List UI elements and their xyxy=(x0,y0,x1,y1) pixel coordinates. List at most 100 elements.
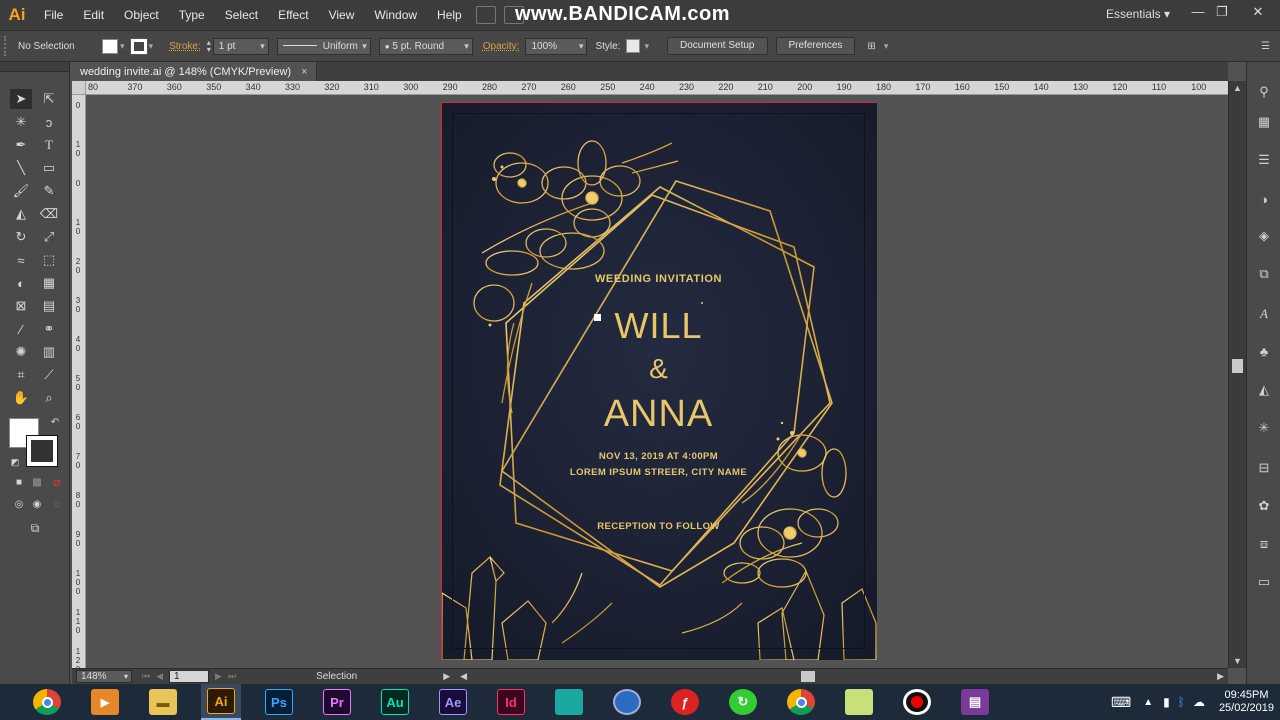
vertical-scrollbar[interactable]: ▲ ▼ xyxy=(1228,81,1246,668)
taskbar-illustrator[interactable]: Ai xyxy=(201,684,241,720)
column-graph-icon[interactable]: ▥ xyxy=(38,342,60,362)
character-icon[interactable]: A xyxy=(1253,304,1275,324)
canvas-area[interactable]: WEEDING INVITATION WILL & ANNA NOV 13, 2… xyxy=(86,95,1228,668)
menu-view[interactable]: View xyxy=(319,0,365,30)
properties-icon[interactable]: ⚲ xyxy=(1253,82,1275,102)
appearance-icon[interactable]: ◑ xyxy=(1253,190,1275,210)
restore-button[interactable]: ❐ xyxy=(1210,2,1234,22)
scroll-down-icon[interactable]: ▼ xyxy=(1229,656,1246,666)
eyedropper-tool-icon[interactable]: ⁄ xyxy=(10,319,32,339)
align-dropdown-icon[interactable]: ▾ xyxy=(884,41,889,52)
swap-fill-stroke-icon[interactable]: ↶ xyxy=(44,412,66,432)
brushes-icon[interactable]: ◭ xyxy=(1253,380,1275,400)
gradient-tool-icon[interactable]: ▤ xyxy=(38,296,60,316)
artboard-tool-icon[interactable]: ⌗ xyxy=(10,365,32,385)
status-menu-icon[interactable]: ▶ xyxy=(443,671,450,682)
gradient-mode-icon[interactable]: ▩ xyxy=(26,472,48,492)
zoom-dropdown-icon[interactable]: ▾ xyxy=(124,671,128,682)
paintbrush-tool-icon[interactable]: 🖌 xyxy=(10,181,32,201)
rotate-tool-icon[interactable]: ↻ xyxy=(10,227,32,247)
style-dropdown-icon[interactable]: ▾ xyxy=(644,41,649,52)
menu-object[interactable]: Object xyxy=(114,0,169,30)
eraser-tool-icon[interactable]: ⌫ xyxy=(38,204,60,224)
artboard-number-field[interactable]: 1 xyxy=(169,670,210,683)
lasso-tool-icon[interactable]: ↄ xyxy=(38,112,60,132)
taskbar-sticky-notes[interactable] xyxy=(839,684,879,720)
default-colors-icon[interactable]: ◩ xyxy=(4,452,26,472)
taskbar-premiere[interactable]: Pr xyxy=(317,684,357,720)
stroke-swatch[interactable] xyxy=(129,37,148,55)
taskbar-app-blue[interactable] xyxy=(607,684,647,720)
vertical-ruler[interactable]: 0 1 0 0 1 0 2 0 3 0 4 0 5 0 6 0 7 0 8 0 9 0 1 0 0 1 1… xyxy=(72,95,86,668)
close-window-button[interactable]: ✕ xyxy=(1246,2,1270,22)
line-tool-icon[interactable]: ╲ xyxy=(10,158,32,178)
invitation-name-1[interactable]: WILL xyxy=(442,305,875,347)
color-panel-icon[interactable]: ✿ xyxy=(1253,496,1275,516)
gradient-panel-icon[interactable]: ✳ xyxy=(1253,418,1275,438)
zoom-tool-icon[interactable]: ⌕ xyxy=(38,388,60,408)
hand-tool-icon[interactable]: ✋ xyxy=(10,388,32,408)
mesh-tool-icon[interactable]: ⊠ xyxy=(10,296,32,316)
hscroll-left-icon[interactable]: ◀ xyxy=(460,671,467,682)
invitation-date[interactable]: NOV 13, 2019 AT 4:00PM xyxy=(442,451,875,462)
selection-tool-icon[interactable]: ➤ xyxy=(10,89,32,109)
pathfinder-icon[interactable]: ⧈ xyxy=(1253,534,1275,554)
ruler-origin[interactable] xyxy=(72,81,86,95)
taskbar-photoshop[interactable]: Ps xyxy=(259,684,299,720)
screen-mode-icon[interactable]: ⧉ xyxy=(24,518,46,538)
menu-edit[interactable]: Edit xyxy=(73,0,114,30)
minimize-button[interactable]: — xyxy=(1186,2,1210,22)
none-mode-icon[interactable]: ⧄ xyxy=(46,472,68,492)
brush-select[interactable]: ● 5 pt. Round xyxy=(378,37,473,55)
document-setup-button[interactable]: Document Setup xyxy=(667,37,768,55)
taskbar-chrome-2[interactable] xyxy=(781,684,821,720)
clock[interactable]: 09:45PM 25/02/2019 xyxy=(1219,689,1274,715)
align-icon[interactable]: ⊞ xyxy=(867,41,875,52)
previous-artboard-icon[interactable]: ◀ xyxy=(156,671,163,682)
magic-wand-icon[interactable]: ✳ xyxy=(10,112,32,132)
menu-select[interactable]: Select xyxy=(215,0,268,30)
warp-tool-icon[interactable]: ≈ xyxy=(10,250,32,270)
free-transform-icon[interactable]: ⬚ xyxy=(38,250,60,270)
invitation-address[interactable]: LOREM IPSUM STREER, CITY NAME xyxy=(442,467,875,478)
zoom-field[interactable]: 148% ▾ xyxy=(76,670,132,683)
menu-type[interactable]: Type xyxy=(169,0,215,30)
bridge-icon[interactable] xyxy=(475,6,496,24)
swatches-grid-icon[interactable]: ▦ xyxy=(1253,112,1275,132)
workspace-switcher[interactable]: Essentials ▾ xyxy=(1106,7,1170,21)
stroke-profile-select[interactable]: Uniform xyxy=(276,37,371,55)
stroke-panel-icon[interactable]: ☰ xyxy=(1253,150,1275,170)
taskbar-app-teal[interactable] xyxy=(549,684,589,720)
menu-effect[interactable]: Effect xyxy=(268,0,318,30)
pencil-tool-icon[interactable]: ✎ xyxy=(38,181,60,201)
menu-window[interactable]: Window xyxy=(364,0,427,30)
taskbar-flash[interactable]: ƒ xyxy=(665,684,705,720)
keyboard-icon[interactable]: ⌨ xyxy=(1111,694,1131,711)
opacity-label[interactable]: Opacity: xyxy=(483,41,520,52)
vertical-scroll-thumb[interactable] xyxy=(1232,359,1243,373)
invitation-reception[interactable]: RECEPTION TO FOLLOW xyxy=(442,521,875,532)
invitation-heading[interactable]: WEEDING INVITATION xyxy=(442,273,875,285)
close-tab-icon[interactable]: × xyxy=(301,66,307,78)
taskbar-chrome[interactable] xyxy=(27,684,67,720)
last-artboard-icon[interactable]: ⏭ xyxy=(228,671,236,682)
artboard[interactable]: WEEDING INVITATION WILL & ANNA NOV 13, 2… xyxy=(441,102,877,660)
invitation-name-2[interactable]: ANNA xyxy=(442,393,875,436)
stroke-color-box[interactable] xyxy=(26,435,58,467)
pen-tool-icon[interactable]: ✒ xyxy=(10,135,32,155)
first-artboard-icon[interactable]: ⏮ xyxy=(142,671,150,682)
horizontal-ruler[interactable]: 80 370 360 350 340 330 320 310 300 290 280 270 260 25… xyxy=(86,81,1228,95)
opacity-select[interactable]: 100% xyxy=(525,37,588,55)
taskbar-file-explorer[interactable]: ▬ xyxy=(143,684,183,720)
stroke-weight-select[interactable]: 1 pt xyxy=(212,37,269,55)
stroke-dropdown-icon[interactable]: ▾ xyxy=(149,41,154,52)
taskbar-audition[interactable]: Au xyxy=(375,684,415,720)
fill-dropdown-icon[interactable]: ▾ xyxy=(120,41,125,52)
slice-tool-icon[interactable]: ⟋ xyxy=(38,365,60,385)
type-tool-icon[interactable]: T xyxy=(38,135,60,155)
taskbar-app-green[interactable]: ↻ xyxy=(723,684,763,720)
perspective-grid-icon[interactable]: ▦ xyxy=(38,273,60,293)
stroke-stepper-icon[interactable]: ▴ ▾ xyxy=(207,39,211,54)
align-panel-icon[interactable]: ▭ xyxy=(1253,572,1275,592)
taskbar-bandicam[interactable] xyxy=(897,684,937,720)
